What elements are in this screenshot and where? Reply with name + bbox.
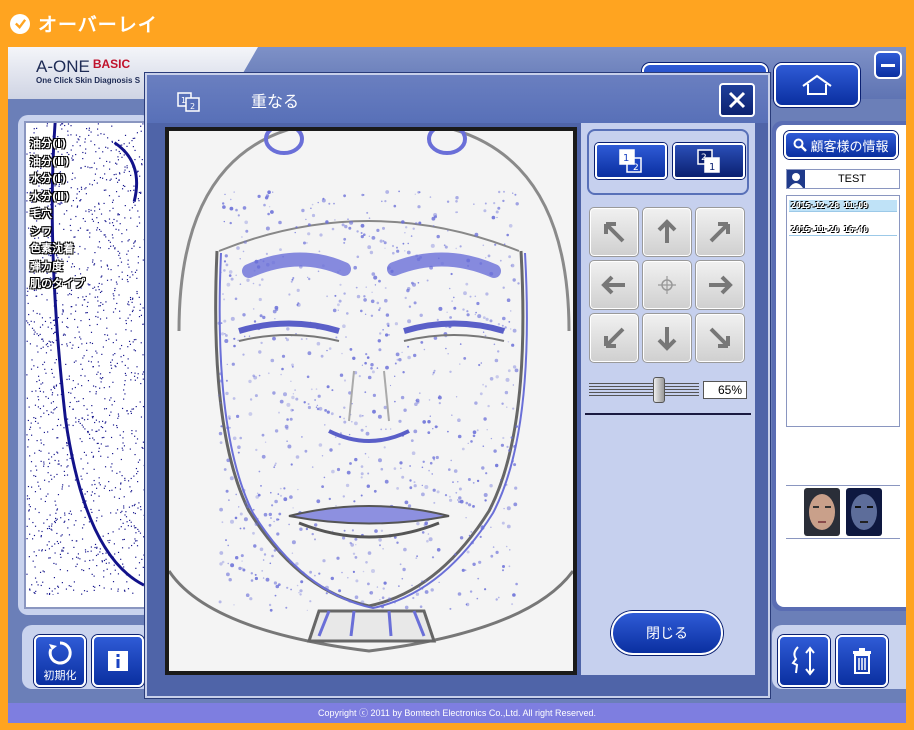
move-down-left-button[interactable]: [589, 313, 639, 363]
svg-text:1: 1: [181, 96, 186, 105]
divider: [585, 413, 751, 415]
overlay-dialog: 1 2 重なる 1 2 2 1 65% 閉じる: [145, 73, 770, 698]
opacity-slider-track[interactable]: [589, 383, 699, 397]
svg-text:1: 1: [709, 162, 715, 173]
arrow-up-left-icon: [604, 222, 625, 243]
move-up-left-button[interactable]: [589, 207, 639, 257]
move-up-button[interactable]: [642, 207, 692, 257]
opacity-slider-row: 65%: [589, 377, 749, 407]
position-pad: [589, 207, 749, 367]
thumbnail-strip: [786, 485, 900, 539]
dialog-close-button[interactable]: [719, 83, 755, 117]
layer-order-group: 1 2 2 1: [587, 129, 749, 195]
home-icon: [802, 74, 832, 95]
face-thumbnail[interactable]: [804, 488, 840, 536]
dialog-title: 重なる: [251, 92, 300, 111]
svg-text:2: 2: [190, 102, 195, 111]
arrow-left-icon: [601, 275, 625, 295]
menu-item[interactable]: 色素沈着: [30, 240, 85, 258]
home-button[interactable]: [774, 63, 860, 107]
face-profile-arrows-icon: [791, 646, 815, 676]
session-date-item[interactable]: 2015-11-20 16:40: [789, 224, 897, 236]
refresh-icon: [48, 640, 72, 664]
face-overlay-image: [169, 131, 573, 671]
opacity-slider-handle[interactable]: [653, 377, 665, 403]
face-compare-button[interactable]: [778, 635, 830, 687]
center-button[interactable]: [642, 260, 692, 310]
info-icon: [108, 651, 128, 671]
move-down-right-button[interactable]: [695, 313, 745, 363]
move-down-button[interactable]: [642, 313, 692, 363]
menu-item[interactable]: 水分(Ⅱ): [30, 188, 85, 206]
layer-2-front-icon: 2 1: [697, 149, 720, 173]
menu-item[interactable]: 肌のタイプ: [30, 275, 85, 293]
minimize-icon: [881, 63, 895, 67]
crosshair-icon: [658, 276, 676, 294]
reset-button[interactable]: 初期化: [34, 635, 86, 687]
session-date-item[interactable]: 2015-12-28 11:09: [789, 200, 897, 212]
layer-stack-icon: 1 2: [177, 92, 200, 112]
reset-label: 初期化: [43, 668, 77, 682]
arrow-down-left-icon: [604, 327, 625, 348]
check-circle-icon: [10, 13, 30, 34]
window-titlebar: オーバーレイ: [0, 0, 914, 47]
opacity-value: 65%: [703, 381, 747, 399]
menu-item[interactable]: 毛穴: [30, 205, 85, 223]
logo-badge: BASIC: [92, 57, 131, 71]
customer-name: TEST: [837, 173, 867, 185]
move-up-right-button[interactable]: [695, 207, 745, 257]
window-title: オーバーレイ: [38, 14, 158, 36]
arrow-up-icon: [657, 219, 677, 243]
customer-info-button[interactable]: 顧客様の情報: [784, 131, 898, 159]
customer-name-row: TEST: [786, 169, 900, 189]
move-right-button[interactable]: [695, 260, 745, 310]
customer-info-label: 顧客様の情報: [810, 139, 889, 155]
copyright-footer: Copyright ⓒ 2011 by Bomtech Electronics …: [8, 703, 906, 723]
layer-2-on-top-button[interactable]: 2 1: [673, 143, 745, 179]
logo-main-text: A-ONE: [36, 57, 90, 76]
logo-subtitle: One Click Skin Diagnosis S: [36, 76, 141, 85]
menu-item[interactable]: 弾力度: [30, 258, 85, 276]
menu-item[interactable]: 油分(Ⅱ): [30, 153, 85, 171]
layer-1-on-top-button[interactable]: 1 2: [595, 143, 667, 179]
customer-panel-body: 顧客様の情報 TEST 2015-12-28 11:09 2015-11-20 …: [776, 125, 906, 607]
search-icon: [793, 138, 808, 152]
layer-1-front-icon: 1 2: [619, 149, 642, 173]
analysis-menu: 油分(Ⅰ) 油分(Ⅱ) 水分(Ⅰ) 水分(Ⅱ) 毛穴 シワ 色素沈着 弾力度 肌…: [30, 135, 85, 293]
close-dialog-button[interactable]: 閉じる: [611, 611, 723, 655]
overlay-controls: 1 2 2 1 65% 閉じる: [581, 123, 755, 675]
delete-button[interactable]: [836, 635, 888, 687]
dialog-header: [147, 75, 768, 123]
arrow-right-icon: [709, 275, 733, 295]
move-left-button[interactable]: [589, 260, 639, 310]
session-date-list: 2015-12-28 11:09 2015-11-20 16:40: [786, 195, 900, 427]
close-icon: [728, 91, 746, 109]
svg-text:2: 2: [701, 153, 707, 163]
minimize-button[interactable]: [874, 51, 902, 79]
arrow-down-right-icon: [709, 327, 730, 348]
svg-text:2: 2: [633, 163, 639, 173]
user-icon: [787, 170, 805, 188]
info-button[interactable]: [92, 635, 144, 687]
arrow-down-icon: [657, 327, 677, 351]
arrow-up-right-icon: [709, 222, 730, 243]
svg-text:1: 1: [623, 153, 629, 164]
menu-item[interactable]: 油分(Ⅰ): [30, 135, 85, 153]
face-thumbnail-uv[interactable]: [846, 488, 882, 536]
menu-item[interactable]: シワ: [30, 223, 85, 241]
trash-icon: [853, 648, 871, 674]
overlay-image-viewer[interactable]: [165, 127, 577, 675]
customer-panel: 顧客様の情報 TEST 2015-12-28 11:09 2015-11-20 …: [772, 121, 906, 611]
menu-item[interactable]: 水分(Ⅰ): [30, 170, 85, 188]
